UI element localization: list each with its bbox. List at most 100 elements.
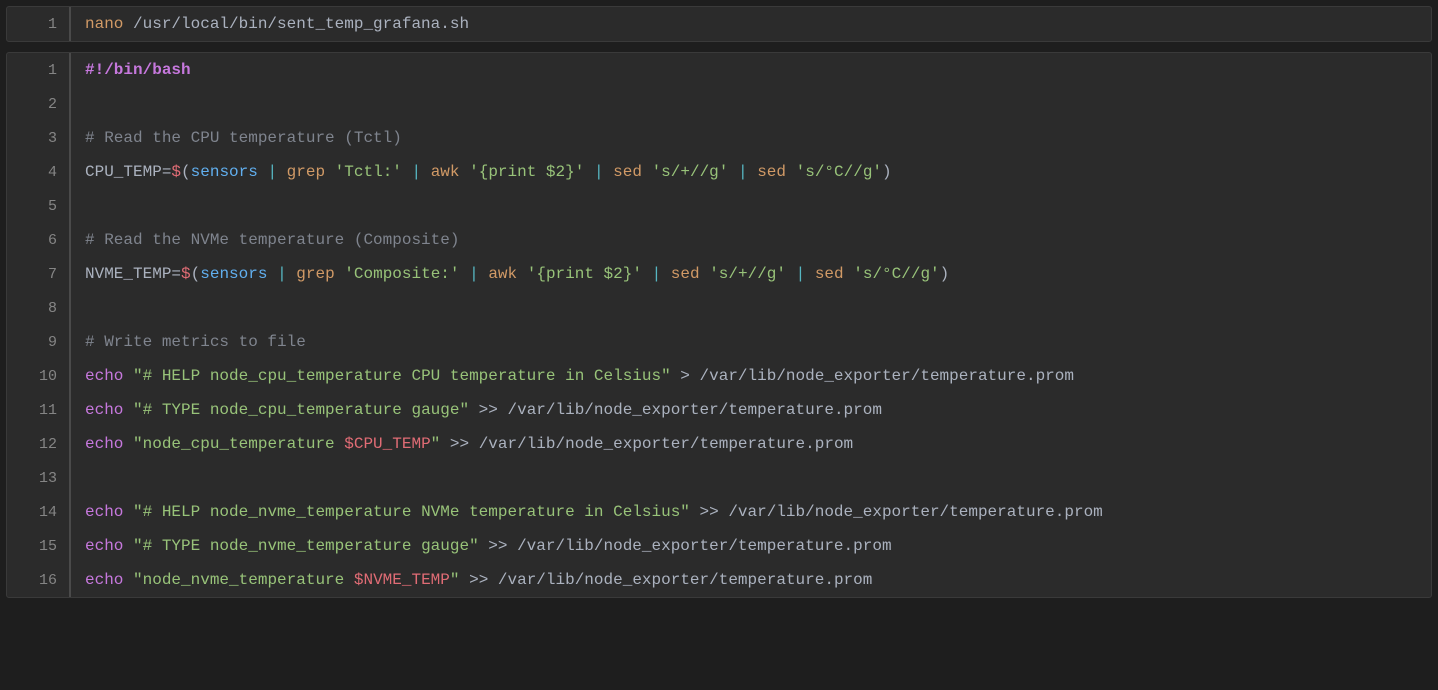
code-token: '{print $2}' <box>517 265 642 283</box>
code-token: CPU_TEMP <box>85 163 162 181</box>
code-token: '{print $2}' <box>460 163 585 181</box>
code-token: 's/°C//g' <box>786 163 882 181</box>
code-token: # Write metrics to file <box>85 333 306 351</box>
code-line[interactable]: 15 echo "# TYPE node_nvme_temperature gau… <box>7 529 1431 563</box>
code-content[interactable]: echo "# HELP node_cpu_temperature CPU te… <box>85 365 1431 387</box>
code-content[interactable] <box>85 467 1431 489</box>
gutter-separator <box>69 393 71 427</box>
line-number: 4 <box>7 162 69 183</box>
code-token: echo <box>85 503 123 521</box>
code-line[interactable]: 13 <box>7 461 1431 495</box>
code-line[interactable]: 8 <box>7 291 1431 325</box>
code-line[interactable]: 1nano /usr/local/bin/sent_temp_grafana.s… <box>7 7 1431 41</box>
code-line[interactable]: 4 CPU_TEMP=$(sensors | grep 'Tctl:' | awk… <box>7 155 1431 189</box>
gutter-separator <box>69 53 71 87</box>
code-token: ) <box>882 163 892 181</box>
code-token: " <box>431 435 441 453</box>
gutter-separator <box>69 7 71 41</box>
code-token: 's/°C//g' <box>844 265 940 283</box>
code-token: awk <box>431 163 460 181</box>
code-token: $ <box>171 163 181 181</box>
line-number: 15 <box>7 536 69 557</box>
line-number: 2 <box>7 94 69 115</box>
code-token: sed <box>671 265 700 283</box>
code-block-script: 1#!/bin/bash 2 3 # Read the CPU temperatur… <box>6 52 1432 598</box>
code-token: | <box>402 163 431 181</box>
code-line[interactable]: 1#!/bin/bash <box>7 53 1431 87</box>
code-token: >> /var/lib/node_exporter/temperature.pr… <box>440 435 853 453</box>
line-number: 10 <box>7 366 69 387</box>
code-token: = <box>171 265 181 283</box>
code-token: >> /var/lib/node_exporter/temperature.pr… <box>469 401 882 419</box>
code-content[interactable] <box>85 195 1431 217</box>
code-line[interactable]: 10 echo "# HELP node_cpu_temperature CPU … <box>7 359 1431 393</box>
code-line[interactable]: 14echo "# HELP node_nvme_temperature NVM… <box>7 495 1431 529</box>
code-token: "# TYPE node_nvme_temperature gauge" <box>133 537 479 555</box>
code-token: /usr/local/bin/sent_temp_grafana.sh <box>123 15 469 33</box>
line-number: 12 <box>7 434 69 455</box>
code-token: grep <box>287 163 325 181</box>
code-content[interactable]: # Read the NVMe temperature (Composite) <box>85 229 1431 251</box>
code-token: sed <box>815 265 844 283</box>
code-token: echo <box>85 435 123 453</box>
code-token: "node_cpu_temperature <box>133 435 344 453</box>
code-token: sed <box>613 163 642 181</box>
code-line[interactable]: 2 <box>7 87 1431 121</box>
code-token: | <box>728 163 757 181</box>
code-content[interactable] <box>85 93 1431 115</box>
line-number: 11 <box>7 400 69 421</box>
code-content[interactable]: #!/bin/bash <box>85 59 1431 81</box>
code-content[interactable]: echo "node_cpu_temperature $CPU_TEMP" >>… <box>85 433 1431 455</box>
code-content[interactable]: echo "# TYPE node_nvme_temperature gauge… <box>85 535 1431 557</box>
code-token: 'Composite:' <box>335 265 460 283</box>
code-line[interactable]: 6 # Read the NVMe temperature (Composite) <box>7 223 1431 257</box>
code-token <box>123 435 133 453</box>
code-token: ) <box>940 265 950 283</box>
code-content[interactable]: CPU_TEMP=$(sensors | grep 'Tctl:' | awk … <box>85 161 1431 183</box>
code-token <box>123 367 133 385</box>
code-token: = <box>162 163 172 181</box>
gutter-separator <box>69 155 71 189</box>
gutter-separator <box>69 359 71 393</box>
code-content[interactable]: # Write metrics to file <box>85 331 1431 353</box>
code-token: echo <box>85 537 123 555</box>
code-token: sed <box>757 163 786 181</box>
code-line[interactable]: 11 echo "# TYPE node_cpu_temperature gaug… <box>7 393 1431 427</box>
code-token <box>123 537 133 555</box>
code-content[interactable]: NVME_TEMP=$(sensors | grep 'Composite:' … <box>85 263 1431 285</box>
code-line[interactable]: 16 echo "node_nvme_temperature $NVME_TEMP… <box>7 563 1431 597</box>
gutter-separator <box>69 325 71 359</box>
code-token: >> /var/lib/node_exporter/temperature.pr… <box>690 503 1103 521</box>
code-token: # Read the NVMe temperature (Composite) <box>85 231 459 249</box>
code-line[interactable]: 7NVME_TEMP=$(sensors | grep 'Composite:'… <box>7 257 1431 291</box>
code-token: $ <box>181 265 191 283</box>
code-content[interactable]: nano /usr/local/bin/sent_temp_grafana.sh <box>85 13 1431 35</box>
code-content[interactable]: echo "node_nvme_temperature $NVME_TEMP" … <box>85 569 1431 591</box>
code-content[interactable]: echo "# HELP node_nvme_temperature NVMe … <box>85 501 1431 523</box>
code-content[interactable]: echo "# TYPE node_cpu_temperature gauge"… <box>85 399 1431 421</box>
line-number: 3 <box>7 128 69 149</box>
code-line[interactable]: 12 echo "node_cpu_temperature $CPU_TEMP" … <box>7 427 1431 461</box>
line-number: 8 <box>7 298 69 319</box>
code-line[interactable]: 3 # Read the CPU temperature (Tctl) <box>7 121 1431 155</box>
gutter-separator <box>69 529 71 563</box>
code-token: ( <box>181 163 191 181</box>
line-number: 6 <box>7 230 69 251</box>
code-token: "node_nvme_temperature <box>133 571 354 589</box>
code-token: | <box>258 163 287 181</box>
code-token: $NVME_TEMP <box>354 571 450 589</box>
code-content[interactable]: # Read the CPU temperature (Tctl) <box>85 127 1431 149</box>
gutter-separator <box>69 291 71 325</box>
line-number: 16 <box>7 570 69 591</box>
code-token <box>123 401 133 419</box>
code-line[interactable]: 9# Write metrics to file <box>7 325 1431 359</box>
code-token: | <box>267 265 296 283</box>
code-token: "# HELP node_cpu_temperature CPU tempera… <box>133 367 671 385</box>
code-line[interactable]: 5 <box>7 189 1431 223</box>
gutter-separator <box>69 223 71 257</box>
code-token: | <box>460 265 489 283</box>
code-token: >> /var/lib/node_exporter/temperature.pr… <box>459 571 872 589</box>
code-token: echo <box>85 571 123 589</box>
code-token: ( <box>191 265 201 283</box>
code-content[interactable] <box>85 297 1431 319</box>
